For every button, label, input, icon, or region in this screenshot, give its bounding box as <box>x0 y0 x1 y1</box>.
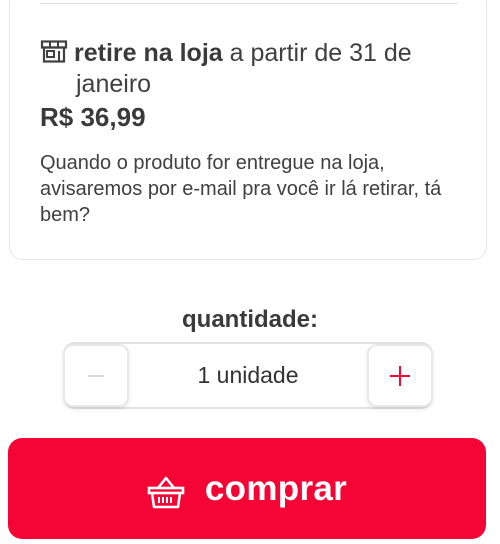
pickup-price: R$ 36,99 <box>40 102 146 132</box>
pickup-date-text: a partir de 31 de <box>222 39 412 67</box>
decrement-button[interactable] <box>63 344 129 407</box>
pickup-label: retire na loja <box>74 39 223 67</box>
increment-button[interactable] <box>367 344 433 407</box>
buy-button-label: comprar <box>204 468 348 508</box>
pickup-date-month: janeiro <box>76 70 152 98</box>
basket-icon <box>147 476 185 508</box>
pickup-info: retire na loja a partir de 31 de janeiro <box>40 38 460 100</box>
pickup-notice: Quando o produto for entregue na loja, a… <box>40 152 442 226</box>
buy-button[interactable]: comprar <box>8 438 486 539</box>
quantity-label: quantidade: <box>182 306 318 333</box>
minus-icon <box>88 374 104 377</box>
plus-icon <box>390 365 410 386</box>
divider <box>40 3 458 4</box>
store-icon <box>40 40 68 63</box>
quantity-stepper: 1 unidade <box>63 342 433 409</box>
